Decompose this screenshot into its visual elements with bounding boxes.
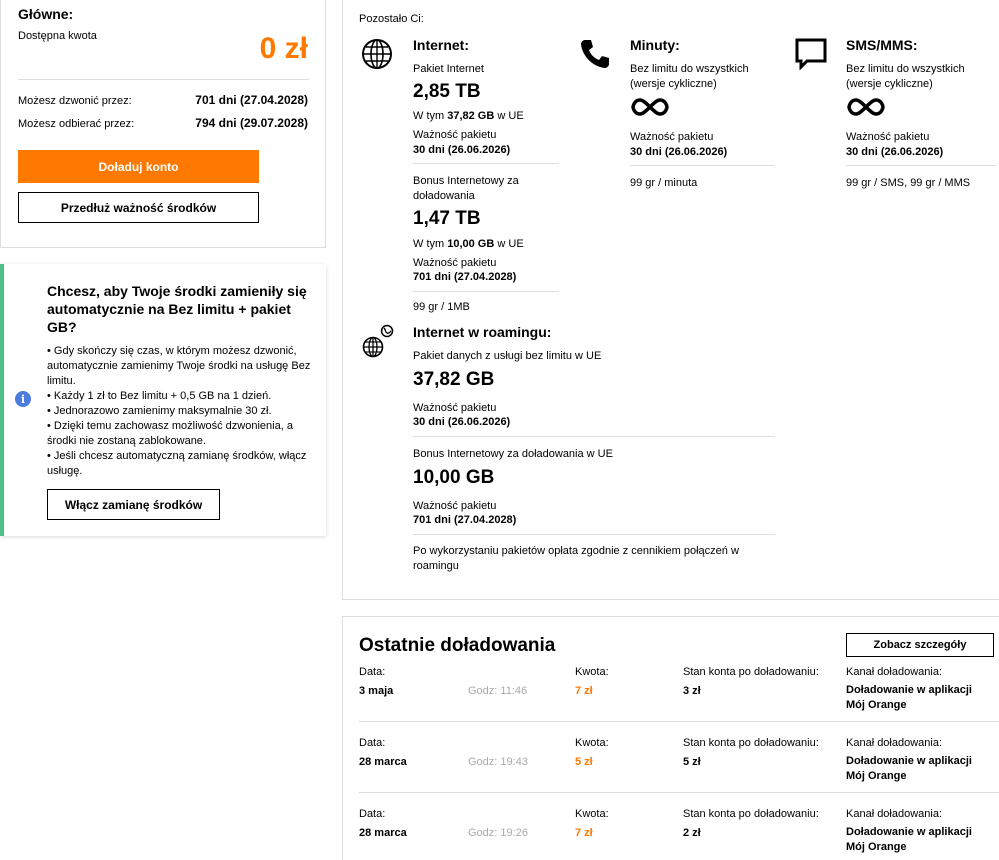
- minutes-desc: Bez limitu do wszystkich (wersje cyklicz…: [630, 63, 749, 90]
- see-details-button[interactable]: Zobacz szczegóły: [846, 633, 994, 657]
- row-time: Godz: 19:43: [468, 756, 528, 768]
- roaming-title: Internet w roamingu:: [413, 324, 552, 340]
- roaming-note: Po wykorzystaniu pakietów opłata zgodnie…: [413, 545, 739, 572]
- internet-pkg2-name: Bonus Internetowy za doładowania: [413, 175, 519, 202]
- internet-pkg2-eu: W tym 10,00 GB w UE: [413, 238, 524, 250]
- row-date: 28 marca: [359, 756, 407, 768]
- internet-title: Internet:: [413, 37, 469, 53]
- row-balance: 3 zł: [683, 685, 701, 697]
- row-time: Godz: 11:46: [468, 685, 528, 697]
- minutes-validity: 30 dni (26.06.2026): [630, 146, 728, 158]
- sms-validity: 30 dni (26.06.2026): [846, 146, 944, 158]
- balance-label: Stan konta po doładowaniu:: [683, 808, 819, 820]
- internet-pkg1-eu: W tym 37,82 GB w UE: [413, 110, 524, 122]
- remaining-label: Pozostało Ci:: [359, 13, 424, 25]
- roaming-pkg2-validity-label: Ważność pakietu: [413, 500, 497, 512]
- date-label: Data:: [359, 666, 386, 678]
- main-balance-card: Główne: Dostępna kwota 0 zł Możesz dzwon…: [0, 0, 326, 248]
- sms-validity-label: Ważność pakietu: [846, 131, 930, 143]
- amount-label: Kwota:: [575, 737, 609, 749]
- channel-label: Kanał doładowania:: [846, 737, 943, 749]
- receive-label: Możesz odbierać przez:: [18, 118, 135, 130]
- sms-rate: 99 gr / SMS, 99 gr / MMS: [846, 177, 971, 189]
- row-amount: 7 zł: [575, 685, 593, 697]
- roaming-pkg1-name: Pakiet danych z usługi bez limitu w UE: [413, 350, 602, 362]
- date-label: Data:: [359, 808, 386, 820]
- row-date: 28 marca: [359, 827, 407, 839]
- row-channel: Doładowanie w aplikacji Mój Orange: [846, 684, 972, 711]
- info-bullets: • Gdy skończy się czas, w którym możesz …: [47, 344, 322, 479]
- enable-conversion-button[interactable]: Włącz zamianę środków: [47, 489, 220, 520]
- message-icon: [795, 38, 827, 70]
- info-bullet: • Gdy skończy się czas, w którym możesz …: [47, 345, 311, 387]
- info-icon: i: [15, 391, 31, 407]
- row-balance: 5 zł: [683, 756, 701, 768]
- row-balance: 2 zł: [683, 827, 701, 839]
- info-title: Chcesz, aby Twoje środki zamieniły się a…: [47, 283, 307, 335]
- infinity-icon: [631, 98, 669, 116]
- row-amount: 7 zł: [575, 827, 593, 839]
- roaming-globe-icon: [362, 324, 394, 358]
- info-bullet: • Jeśli chcesz automatyczną zamianę środ…: [47, 450, 307, 477]
- row-channel: Doładowanie w aplikacji Mój Orange: [846, 826, 972, 853]
- amount-label: Kwota:: [575, 666, 609, 678]
- infinity-icon: [847, 98, 885, 116]
- minutes-validity-label: Ważność pakietu: [630, 131, 714, 143]
- minutes-title: Minuty:: [630, 37, 680, 53]
- roaming-pkg1-validity-label: Ważność pakietu: [413, 402, 497, 414]
- recent-title: Ostatnie doładowania: [359, 635, 556, 656]
- main-title: Główne:: [18, 6, 74, 22]
- globe-icon: [362, 39, 392, 69]
- extend-validity-button[interactable]: Przedłuż ważność środków: [18, 192, 259, 223]
- balance-label: Stan konta po doładowaniu:: [683, 737, 819, 749]
- recent-topups-card: Ostatnie doładowania Zobacz szczegóły Da…: [342, 616, 999, 860]
- internet-pkg2-validity-label: Ważność pakietu: [413, 257, 497, 269]
- row-date: 3 maja: [359, 685, 394, 697]
- internet-rate: 99 gr / 1MB: [413, 301, 470, 313]
- info-bullet: • Każdy 1 zł to Bez limitu + 0,5 GB na 1…: [47, 390, 272, 402]
- channel-label: Kanał doładowania:: [846, 808, 943, 820]
- receive-value: 794 dni (29.07.2028): [195, 116, 308, 130]
- remaining-card: Pozostało Ci: Internet: Pakiet Internet …: [342, 0, 999, 600]
- call-value: 701 dni (27.04.2028): [195, 93, 308, 107]
- sms-desc: Bez limitu do wszystkich (wersje cyklicz…: [846, 63, 965, 90]
- phone-icon: [581, 40, 609, 68]
- row-channel: Doładowanie w aplikacji Mój Orange: [846, 755, 972, 782]
- call-label: Możesz dzwonić przez:: [18, 95, 132, 107]
- roaming-pkg2-amount: 10,00 GB: [413, 467, 495, 488]
- internet-pkg1-name: Pakiet Internet: [413, 63, 484, 75]
- info-bullet: • Dzięki temu zachowasz możliwość dzwoni…: [47, 420, 293, 447]
- roaming-pkg2-validity: 701 dni (27.04.2028): [413, 514, 517, 526]
- row-amount: 5 zł: [575, 756, 593, 768]
- date-label: Data:: [359, 737, 386, 749]
- internet-pkg1-validity: 30 dni (26.06.2026): [413, 144, 511, 156]
- topup-button[interactable]: Doładuj konto: [18, 150, 259, 183]
- auto-convert-info-card: i Chcesz, aby Twoje środki zamieniły się…: [0, 264, 326, 536]
- sms-title: SMS/MMS:: [846, 37, 918, 53]
- info-accent-bar: [0, 264, 4, 536]
- available-label: Dostępna kwota: [18, 30, 97, 42]
- available-amount: 0 zł: [259, 32, 308, 65]
- roaming-pkg1-amount: 37,82 GB: [413, 369, 495, 390]
- amount-label: Kwota:: [575, 808, 609, 820]
- row-time: Godz: 19:26: [468, 827, 528, 839]
- internet-pkg1-amount: 2,85 TB: [413, 81, 481, 102]
- balance-label: Stan konta po doładowaniu:: [683, 666, 819, 678]
- internet-pkg2-amount: 1,47 TB: [413, 208, 481, 229]
- channel-label: Kanał doładowania:: [846, 666, 943, 678]
- roaming-pkg2-name: Bonus Internetowy za doładowania w UE: [413, 448, 613, 460]
- internet-pkg1-validity-label: Ważność pakietu: [413, 129, 497, 141]
- internet-pkg2-validity: 701 dni (27.04.2028): [413, 271, 517, 283]
- minutes-rate: 99 gr / minuta: [630, 177, 698, 189]
- roaming-pkg1-validity: 30 dni (26.06.2026): [413, 416, 511, 428]
- info-bullet: • Jednorazowo zamienimy maksymalnie 30 z…: [47, 405, 272, 417]
